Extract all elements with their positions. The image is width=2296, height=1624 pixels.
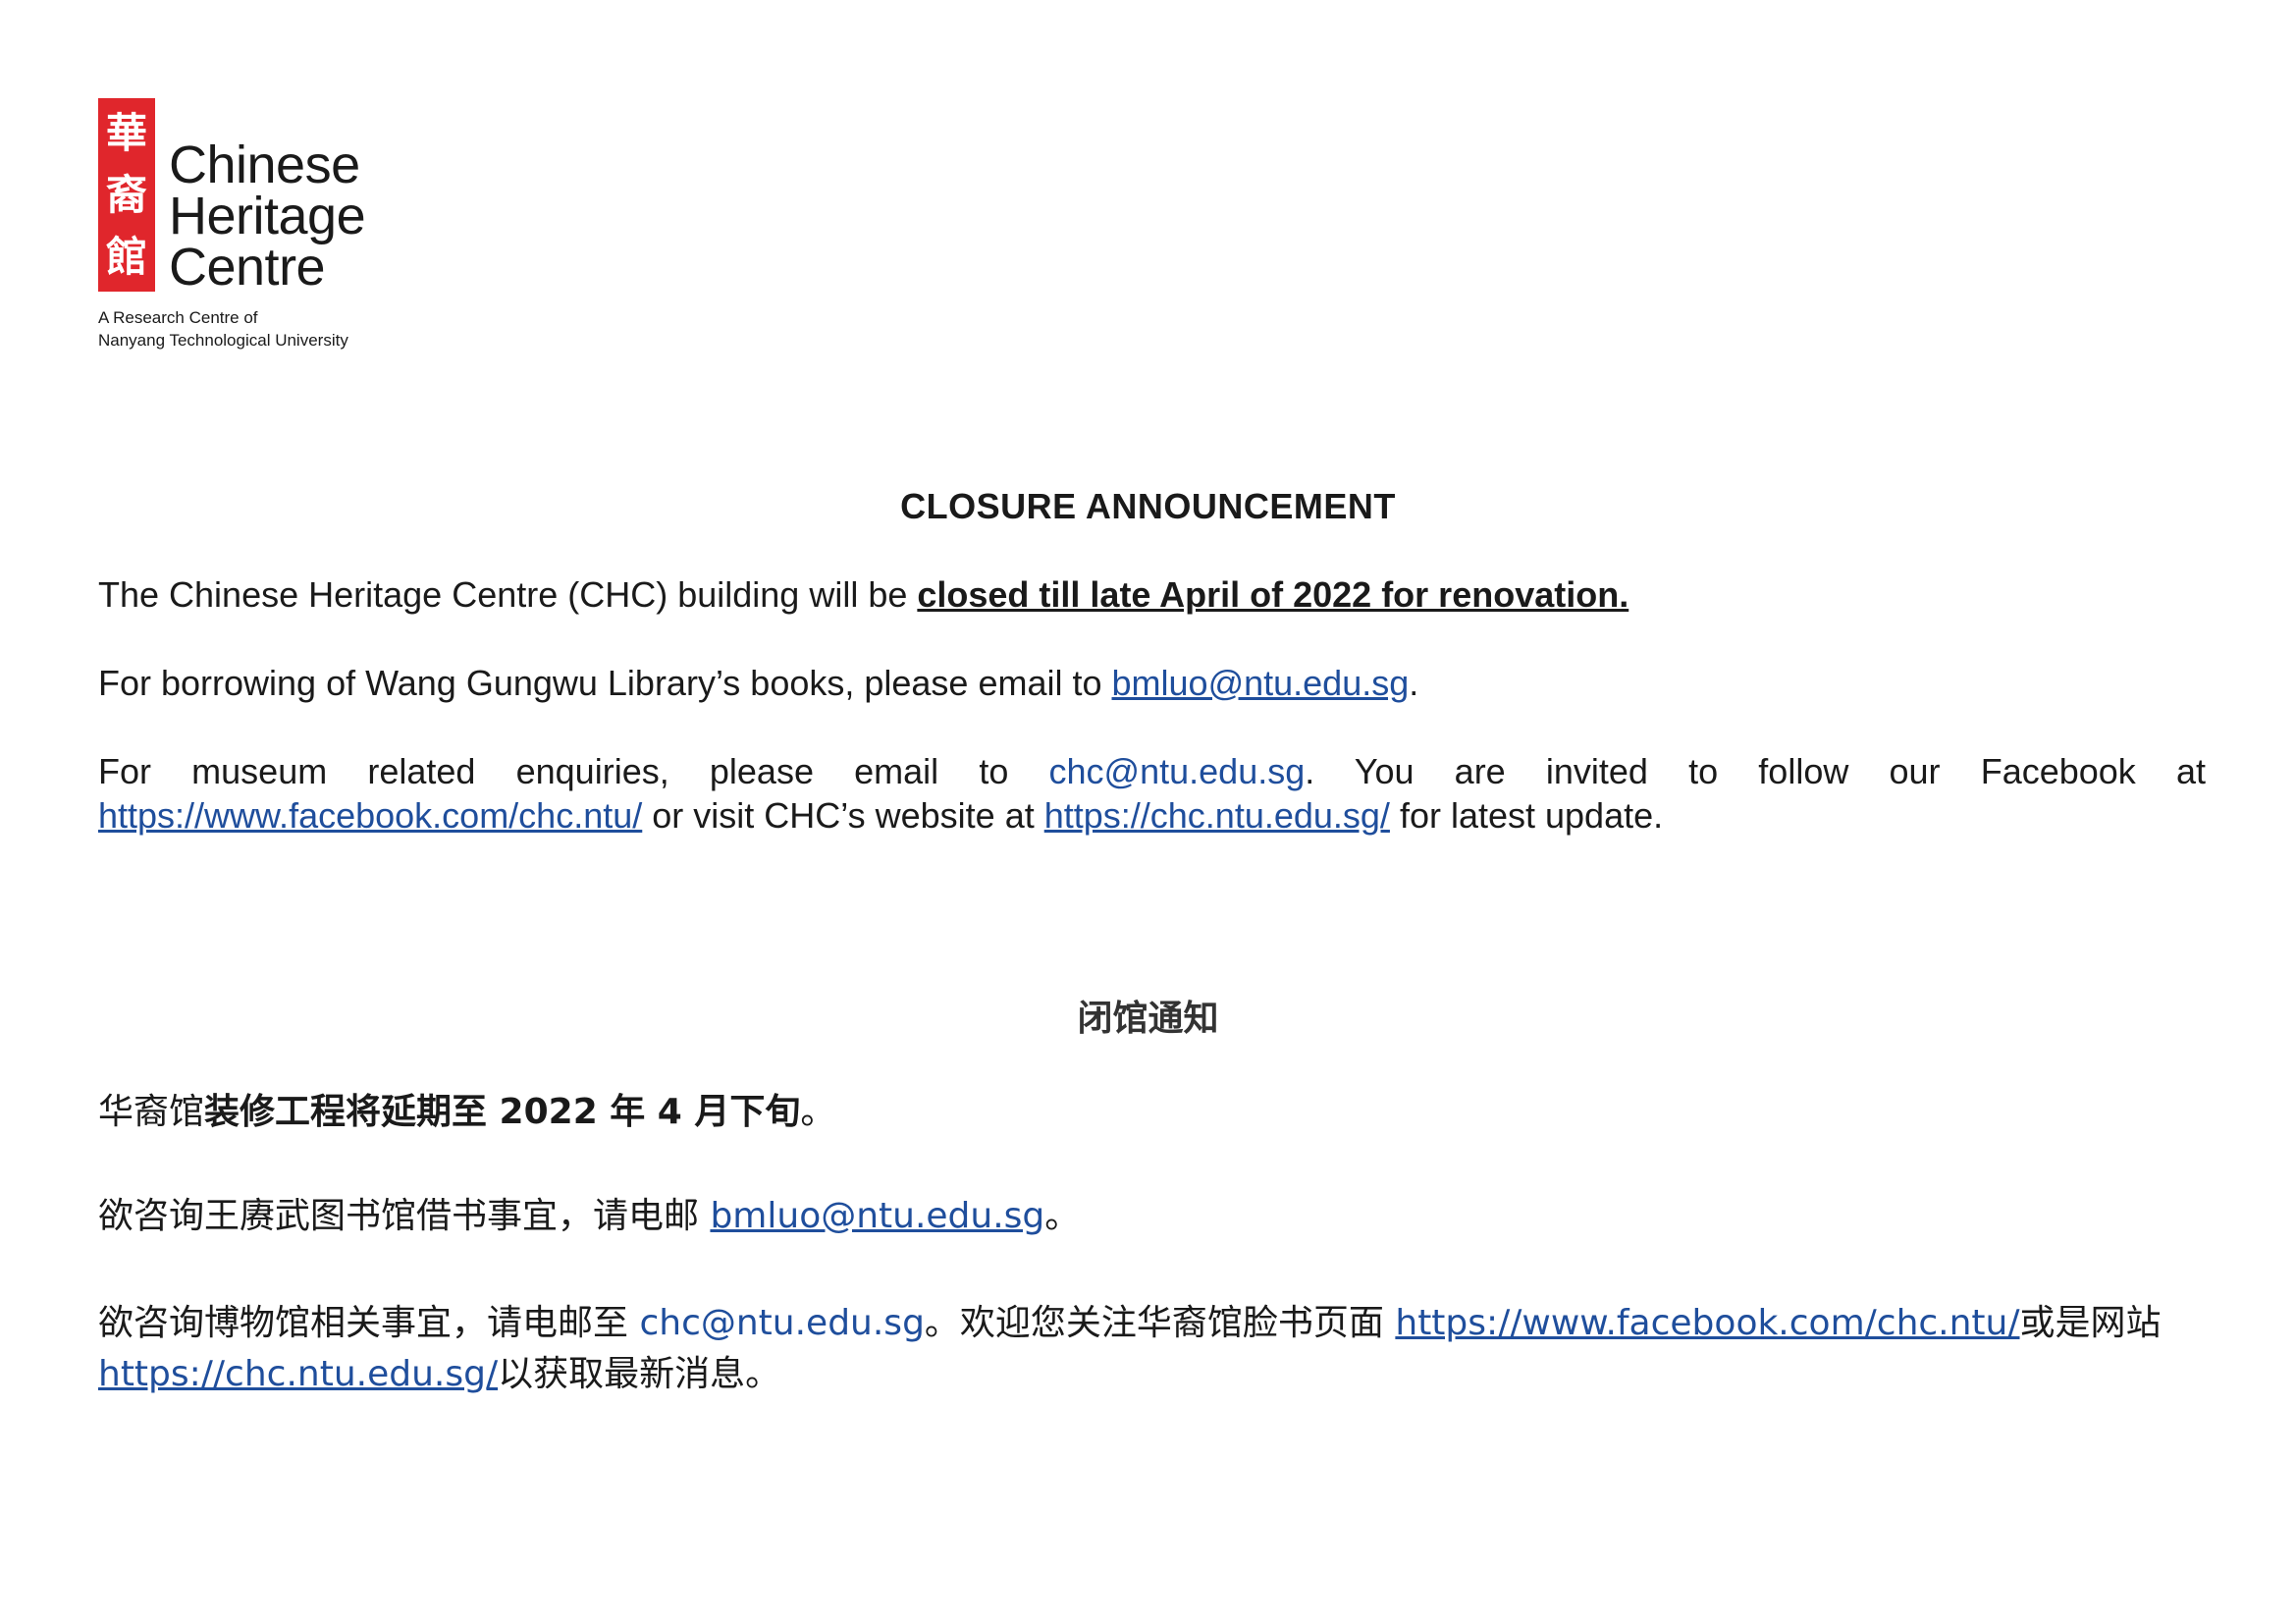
- zh-p2-suffix: 。: [1044, 1196, 1081, 1236]
- chc-logo: 華 裔 館 Chinese Heritage Centre A Research…: [98, 98, 412, 353]
- zh-p3-text: 欲咨询博物馆相关事宜，请电邮至: [98, 1303, 640, 1343]
- zh-p1-suffix: 。: [800, 1092, 836, 1132]
- english-title: CLOSURE ANNOUNCEMENT: [900, 486, 1396, 526]
- chinese-paragraph-1: 华裔馆装修工程将延期至 2022 年 4 月下旬。: [98, 1090, 2206, 1134]
- zh-museum-email-link[interactable]: chc@ntu.edu.sg: [639, 1303, 924, 1343]
- en-p3-text: For museum related enquiries, please ema…: [98, 751, 1049, 791]
- logo-wordmark: Chinese Heritage Centre: [169, 135, 366, 297]
- logo-line-3: Centre: [169, 238, 326, 297]
- en-p1-text: The Chinese Heritage Centre (CHC) buildi…: [98, 574, 918, 615]
- logo-line-1: Chinese: [169, 135, 360, 194]
- zh-p1-closure-notice: 装修工程将延期至 2022 年 4 月下旬: [204, 1092, 801, 1132]
- zh-p3-mid: 。欢迎您关注华裔馆脸书页面: [924, 1303, 1396, 1343]
- zh-library-email-link[interactable]: bmluo@ntu.edu.sg: [710, 1196, 1044, 1236]
- website-link[interactable]: https://chc.ntu.edu.sg/: [1044, 795, 1390, 836]
- zh-website-link[interactable]: https://chc.ntu.edu.sg/: [98, 1354, 498, 1394]
- logo-line-2: Heritage: [169, 187, 366, 245]
- logo-sub-line-2: Nanyang Technological University: [98, 331, 348, 350]
- logo-sub-line-1: A Research Centre of: [98, 308, 258, 327]
- zh-p3-suffix: 以获取最新消息。: [498, 1354, 781, 1394]
- english-paragraph-2: For borrowing of Wang Gungwu Library’s b…: [98, 661, 2206, 705]
- seal-char-2: 裔: [105, 170, 147, 219]
- en-p3-mid2: or visit CHC’s website at: [642, 795, 1044, 836]
- announcement-page: 華 裔 館 Chinese Heritage Centre A Research…: [0, 0, 2296, 1624]
- english-paragraph-3: For museum related enquiries, please ema…: [98, 749, 2206, 838]
- zh-p3-mid2: 或是网站: [2019, 1303, 2162, 1343]
- library-email-link[interactable]: bmluo@ntu.edu.sg: [1112, 663, 1410, 703]
- en-p1-closure-notice: closed till late April of 2022 for renov…: [917, 574, 1629, 615]
- chinese-paragraph-3: 欲咨询博物馆相关事宜，请电邮至 chc@ntu.edu.sg。欢迎您关注华裔馆脸…: [98, 1298, 2206, 1400]
- facebook-link[interactable]: https://www.facebook.com/chc.ntu/: [98, 795, 642, 836]
- en-p3-mid: . You are invited to follow our Facebook…: [1305, 751, 2206, 791]
- logo-subtitle: A Research Centre of Nanyang Technologic…: [98, 306, 348, 352]
- chinese-seal-logo: 華 裔 館: [98, 98, 155, 292]
- chinese-title: 闭馆通知: [1077, 999, 1219, 1039]
- en-p2-suffix: .: [1409, 663, 1419, 703]
- chinese-paragraph-2: 欲咨询王赓武图书馆借书事宜，请电邮 bmluo@ntu.edu.sg。: [98, 1194, 2206, 1238]
- seal-char-1: 華: [105, 108, 147, 157]
- english-paragraph-1: The Chinese Heritage Centre (CHC) buildi…: [98, 572, 2206, 617]
- en-p3-suffix: for latest update.: [1389, 795, 1664, 836]
- zh-facebook-link[interactable]: https://www.facebook.com/chc.ntu/: [1395, 1303, 2019, 1343]
- seal-char-3: 館: [105, 232, 147, 281]
- zh-p2-text: 欲咨询王赓武图书馆借书事宜，请电邮: [98, 1196, 711, 1236]
- en-p2-text: For borrowing of Wang Gungwu Library’s b…: [98, 663, 1112, 703]
- zh-p1-prefix: 华裔馆: [98, 1092, 205, 1132]
- museum-email-link[interactable]: chc@ntu.edu.sg: [1049, 751, 1306, 791]
